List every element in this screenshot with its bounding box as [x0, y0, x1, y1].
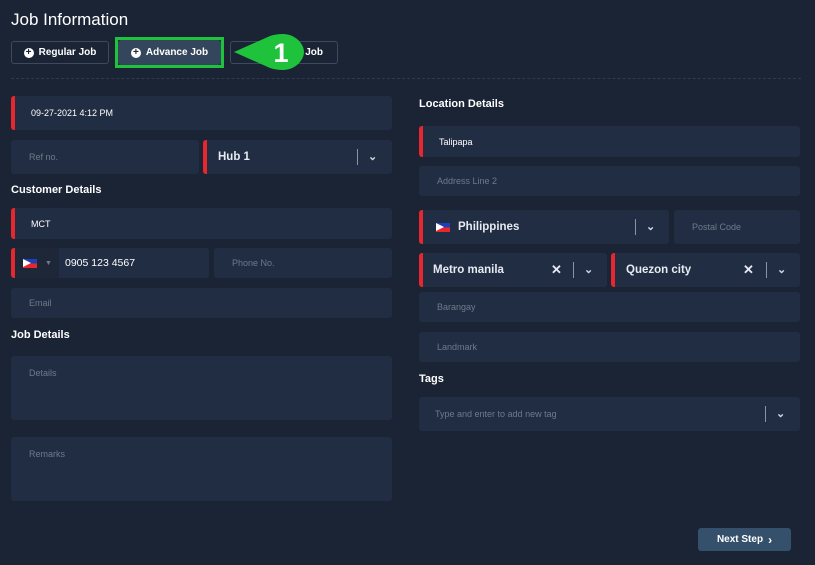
chevron-down-icon[interactable]: ⌄: [776, 407, 785, 420]
phone-input[interactable]: Phone No.: [214, 248, 392, 278]
separator: [635, 219, 636, 235]
regular-job-button[interactable]: + Regular Job: [11, 41, 109, 64]
next-step-button[interactable]: Next Step ›: [698, 528, 791, 551]
barangay-placeholder: Barangay: [437, 302, 476, 312]
advance-job-label: Advance Job: [145, 47, 209, 58]
postal-placeholder: Postal Code: [692, 222, 742, 232]
region-select[interactable]: Metro manila: [419, 253, 607, 287]
details-textarea[interactable]: Details: [11, 356, 392, 420]
separator: [573, 262, 574, 278]
address2-placeholder: Address Line 2: [437, 176, 498, 186]
mobile-value: 0905 123 4567: [65, 257, 136, 269]
divider: [11, 78, 801, 79]
page-title: Job Information: [11, 10, 129, 29]
chevron-down-icon[interactable]: ⌄: [777, 263, 786, 276]
separator: [357, 149, 358, 165]
datetime-value: 09-27-2021 4:12 PM: [31, 108, 114, 118]
separator: [765, 406, 766, 422]
location-details-heading: Location Details: [419, 98, 504, 110]
customer-details-heading: Customer Details: [11, 184, 102, 196]
mobile-input[interactable]: ▼ 0905 123 4567: [11, 248, 209, 278]
tags-heading: Tags: [419, 373, 444, 385]
address1-value: Talipapa: [439, 136, 473, 147]
chevron-right-icon: ›: [768, 532, 773, 547]
postal-code-input[interactable]: Postal Code: [674, 210, 800, 244]
ref-no-input[interactable]: Ref no.: [11, 140, 199, 174]
customer-name-value: MCT: [31, 218, 51, 229]
clear-icon[interactable]: ✕: [743, 262, 754, 278]
caret-down-icon: ▼: [45, 259, 52, 267]
chevron-down-icon[interactable]: ⌄: [368, 150, 377, 163]
email-input[interactable]: Email: [11, 288, 392, 318]
remarks-textarea[interactable]: Remarks: [11, 437, 392, 501]
remarks-placeholder: Remarks: [29, 449, 66, 459]
address-line2-input[interactable]: Address Line 2: [419, 166, 800, 196]
step-number: 1: [273, 38, 288, 68]
country-select[interactable]: Philippines: [419, 210, 669, 244]
philippines-flag-icon: [23, 258, 37, 268]
country-value: Philippines: [458, 221, 520, 233]
job-details-heading: Job Details: [11, 329, 70, 341]
plus-circle-icon: +: [130, 47, 141, 58]
email-placeholder: Email: [29, 298, 52, 308]
details-placeholder: Details: [29, 368, 57, 378]
hub-value: Hub 1: [218, 151, 250, 163]
next-step-label: Next Step: [716, 534, 764, 545]
landmark-placeholder: Landmark: [437, 342, 478, 352]
hub-select[interactable]: Hub 1: [203, 140, 392, 174]
datetime-field[interactable]: 09-27-2021 4:12 PM: [11, 96, 392, 130]
barangay-input[interactable]: Barangay: [419, 292, 800, 322]
chevron-down-icon[interactable]: ⌄: [584, 263, 593, 276]
region-value: Metro manila: [433, 264, 504, 276]
landmark-input[interactable]: Landmark: [419, 332, 800, 362]
separator: [766, 262, 767, 278]
tags-placeholder: Type and enter to add new tag: [435, 409, 557, 419]
address-line1-input[interactable]: Talipapa: [419, 126, 800, 157]
advance-job-button[interactable]: + Advance Job: [118, 40, 221, 65]
phone-placeholder: Phone No.: [232, 258, 275, 268]
city-value: Quezon city: [626, 264, 692, 276]
ref-placeholder: Ref no.: [29, 152, 59, 162]
plus-circle-icon: +: [23, 47, 34, 58]
chevron-down-icon[interactable]: ⌄: [646, 220, 655, 233]
country-code-select[interactable]: ▼: [15, 248, 59, 278]
city-select[interactable]: Quezon city: [611, 253, 800, 287]
clear-icon[interactable]: ✕: [551, 262, 562, 278]
customer-name-input[interactable]: MCT: [11, 208, 392, 239]
philippines-flag-icon: [436, 222, 450, 232]
step-callout: 1: [234, 34, 304, 70]
regular-job-label: Regular Job: [38, 47, 97, 58]
tags-input[interactable]: Type and enter to add new tag: [419, 397, 800, 431]
